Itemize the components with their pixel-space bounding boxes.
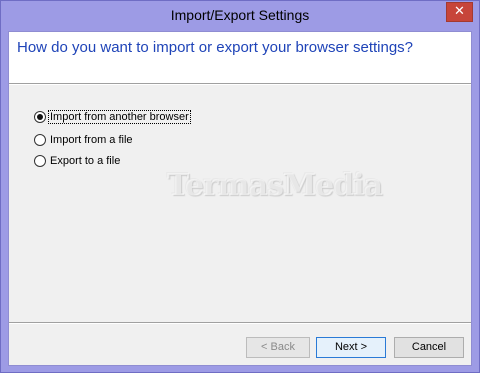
close-button[interactable]: ✕ [446,2,473,22]
radio-export-file[interactable] [34,155,46,167]
radio-import-browser[interactable] [34,111,46,123]
option-export-file[interactable]: Export to a file [34,153,121,169]
watermark: TermasMedia [167,168,383,203]
question-heading: How do you want to import or export your… [17,39,414,56]
footer-divider [9,322,471,324]
radio-import-file[interactable] [34,134,46,146]
header-panel: How do you want to import or export your… [9,32,471,83]
dialog-content: How do you want to import or export your… [8,31,472,366]
window-title: Import/Export Settings [170,7,310,23]
back-button[interactable]: < Back [246,337,310,358]
title-bar[interactable]: Import/Export Settings ✕ [1,1,479,31]
option-import-file[interactable]: Import from a file [34,132,134,148]
next-button[interactable]: Next > [316,337,386,358]
header-divider [9,83,471,85]
cancel-button[interactable]: Cancel [394,337,464,358]
option-import-browser[interactable]: Import from another browser [34,109,191,125]
option-label: Export to a file [50,155,121,167]
dialog-window: Import/Export Settings ✕ How do you want… [0,0,480,373]
close-icon: ✕ [454,4,465,19]
option-label: Import from a file [50,134,133,146]
option-label: Import from another browser [48,110,191,124]
